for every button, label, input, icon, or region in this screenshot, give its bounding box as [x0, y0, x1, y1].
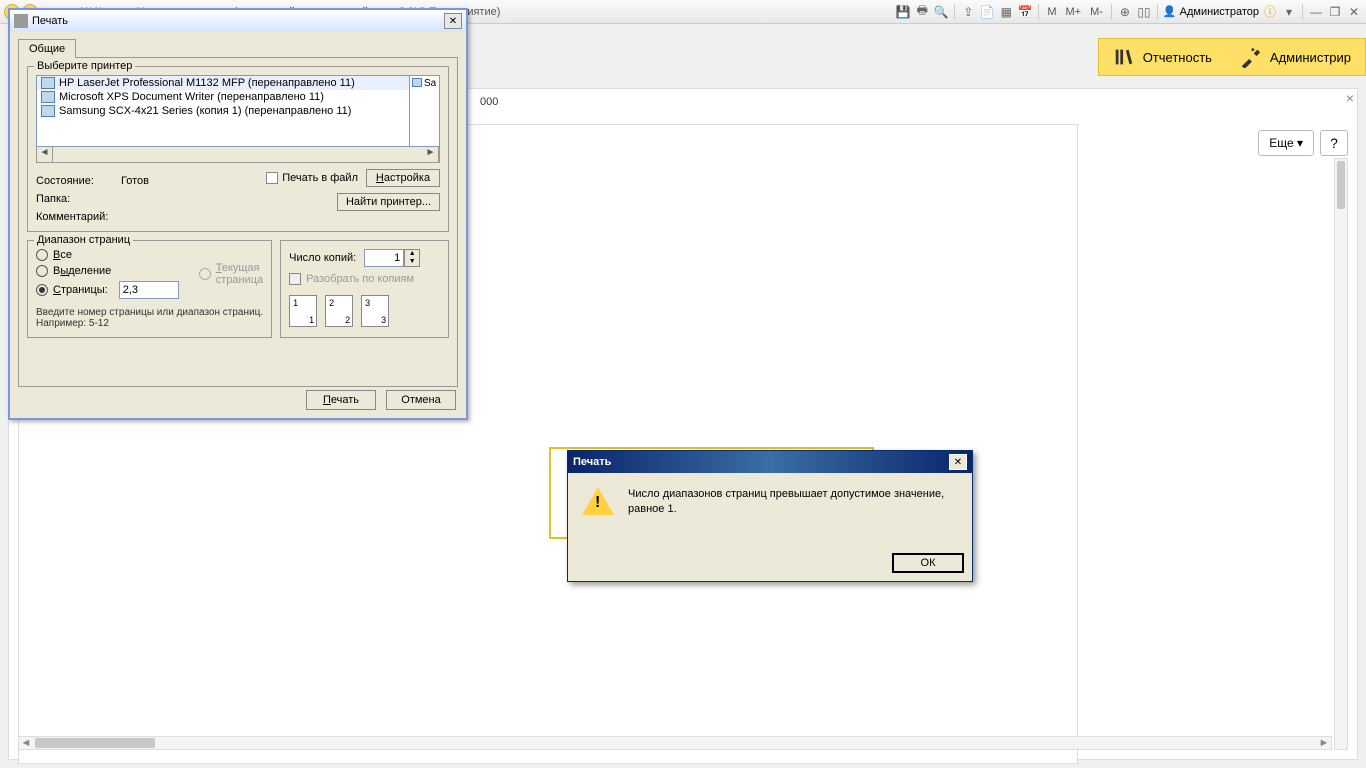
checkbox-icon [266, 172, 278, 184]
page-range-title: Диапазон страниц [34, 234, 133, 246]
printer-small-icon [412, 78, 422, 87]
printer-list-scrollbar[interactable]: ◄ ► [36, 147, 440, 163]
settings-button[interactable]: Настройка [366, 169, 440, 187]
print-icon[interactable]: 🖶 [914, 4, 930, 20]
printer-small-icon [41, 77, 55, 89]
maximize-icon[interactable]: ❐ [1327, 4, 1343, 20]
scrollbar-horizontal[interactable]: ◄ ► [18, 736, 1332, 750]
ribbon-reports-label: Отчетность [1143, 50, 1212, 65]
db-icon[interactable]: ⇪ [960, 4, 976, 20]
page-range-groupbox: Диапазон страниц Все Выделение Страницы:… [27, 240, 272, 338]
calendar-icon[interactable]: 📅 [1017, 4, 1033, 20]
panel-icon[interactable]: ▯▯ [1136, 4, 1152, 20]
collate-checkbox: Разобрать по копиям [289, 273, 440, 285]
user-name: Администратор [1180, 6, 1259, 18]
printer-small-icon [41, 91, 55, 103]
user-icon: 👤 [1163, 5, 1177, 18]
status-label: Состояние: [36, 175, 121, 187]
scrollbar-h-thumb[interactable] [35, 738, 155, 748]
m-button[interactable]: M [1044, 6, 1059, 18]
scroll-left-icon[interactable]: ◄ [37, 147, 53, 162]
scroll-right-icon[interactable]: ► [423, 147, 439, 162]
books-icon [1113, 46, 1135, 68]
copy-icon[interactable]: 📄 [979, 4, 995, 20]
radio-selection[interactable]: Выделение [36, 265, 179, 277]
user-label[interactable]: 👤 Администратор [1163, 5, 1259, 18]
close-icon[interactable]: ✕ [1346, 4, 1362, 20]
checkbox-icon [289, 273, 301, 285]
copies-label: Число копий: [289, 252, 356, 264]
calc-icon[interactable]: ▦ [998, 4, 1014, 20]
comment-label: Комментарий: [36, 211, 121, 223]
scrollbar-thumb[interactable] [1337, 161, 1345, 209]
printer-name: Samsung SCX-4x21 Series (копия 1) (перен… [59, 105, 351, 117]
section-ribbon: Отчетность Администрир [1098, 38, 1366, 76]
ok-button[interactable]: ОК [892, 553, 964, 573]
print-to-file-checkbox[interactable]: Печать в файл [266, 172, 358, 184]
minimize-icon[interactable]: — [1308, 4, 1324, 20]
error-message: Число диапазонов страниц превышает допус… [628, 487, 944, 518]
help-button[interactable]: ? [1320, 130, 1348, 156]
ribbon-admin[interactable]: Администрир [1226, 39, 1365, 75]
print-dialog-titlebar[interactable]: Печать ✕ [10, 10, 466, 32]
radio-pages[interactable]: Страницы: [36, 281, 179, 299]
printer-item-samsung[interactable]: Samsung SCX-4x21 Series (копия 1) (перен… [37, 104, 409, 118]
error-dialog-close-button[interactable]: ✕ [949, 454, 967, 470]
save-icon[interactable]: 💾 [895, 4, 911, 20]
copies-spinner[interactable]: ▲ ▼ [364, 249, 420, 267]
print-dialog-close-button[interactable]: ✕ [444, 13, 462, 29]
print-to-file-label: Печать в файл [282, 172, 358, 184]
ribbon-reports[interactable]: Отчетность [1099, 39, 1226, 75]
copies-groupbox: Число копий: ▲ ▼ Разобрать по копиям 11 [280, 240, 449, 338]
find-printer-button[interactable]: Найти принтер... [337, 193, 440, 211]
print-dialog-title: Печать [32, 15, 68, 27]
doc-number-fragment: 000 [480, 96, 498, 108]
print-button[interactable]: Печать [306, 390, 376, 410]
more-button[interactable]: Еще ▾ [1258, 130, 1314, 156]
spin-down-icon[interactable]: ▼ [405, 258, 419, 266]
printer-item-hp[interactable]: HP LaserJet Professional M1132 MFP (пере… [37, 76, 409, 90]
radio-all[interactable]: Все [36, 249, 179, 261]
printer-groupbox: Выберите принтер HP LaserJet Professiona… [27, 66, 449, 232]
printer-small-icon [41, 105, 55, 117]
tab-general[interactable]: Общие [18, 39, 76, 58]
spin-up-icon[interactable]: ▲ [405, 250, 419, 258]
copies-input[interactable] [364, 249, 404, 267]
info-icon[interactable]: ⓘ [1262, 4, 1278, 20]
dropdown-icon[interactable]: ▾ [1281, 4, 1297, 20]
warning-icon [582, 487, 614, 519]
wrench-icon [1240, 46, 1262, 68]
printer-name: HP LaserJet Professional M1132 MFP (пере… [59, 77, 355, 89]
error-dialog: Печать ✕ Число диапазонов страниц превыш… [567, 450, 973, 582]
workspace-close-icon[interactable]: × [1346, 90, 1354, 106]
error-dialog-title: Печать [573, 456, 611, 468]
printer-groupbox-title: Выберите принтер [34, 60, 135, 72]
error-dialog-titlebar[interactable]: Печать ✕ [568, 451, 972, 473]
printer-name: Microsoft XPS Document Writer (перенапра… [59, 91, 324, 103]
printer-item-xps[interactable]: Microsoft XPS Document Writer (перенапра… [37, 90, 409, 104]
radio-current-page: Текущаястраница [199, 249, 263, 299]
zoom-icon[interactable]: ⊕ [1117, 4, 1133, 20]
print-dialog: Печать ✕ Общие Выберите принтер HP Laser… [8, 8, 468, 420]
m-minus-button[interactable]: M- [1087, 6, 1106, 18]
collate-preview: 11 22 33 [289, 295, 440, 327]
pages-input[interactable] [119, 281, 179, 299]
printer-icon [14, 14, 28, 28]
printer-list[interactable]: HP LaserJet Professional M1132 MFP (пере… [36, 75, 410, 147]
cancel-button[interactable]: Отмена [386, 390, 456, 410]
scrollbar-vertical[interactable] [1334, 158, 1348, 750]
scroll-left-icon[interactable]: ◄ [19, 737, 33, 749]
scroll-right-icon[interactable]: ► [1317, 737, 1331, 749]
status-value: Готов [121, 175, 149, 187]
collate-label: Разобрать по копиям [306, 273, 414, 285]
m-plus-button[interactable]: M+ [1063, 6, 1085, 18]
ribbon-admin-label: Администрир [1270, 50, 1351, 65]
folder-label: Папка: [36, 193, 121, 205]
page-range-hint: Введите номер страницы или диапазон стра… [36, 307, 263, 329]
preview-icon[interactable]: 🔍 [933, 4, 949, 20]
printer-overflow-label: Sa [410, 75, 440, 147]
